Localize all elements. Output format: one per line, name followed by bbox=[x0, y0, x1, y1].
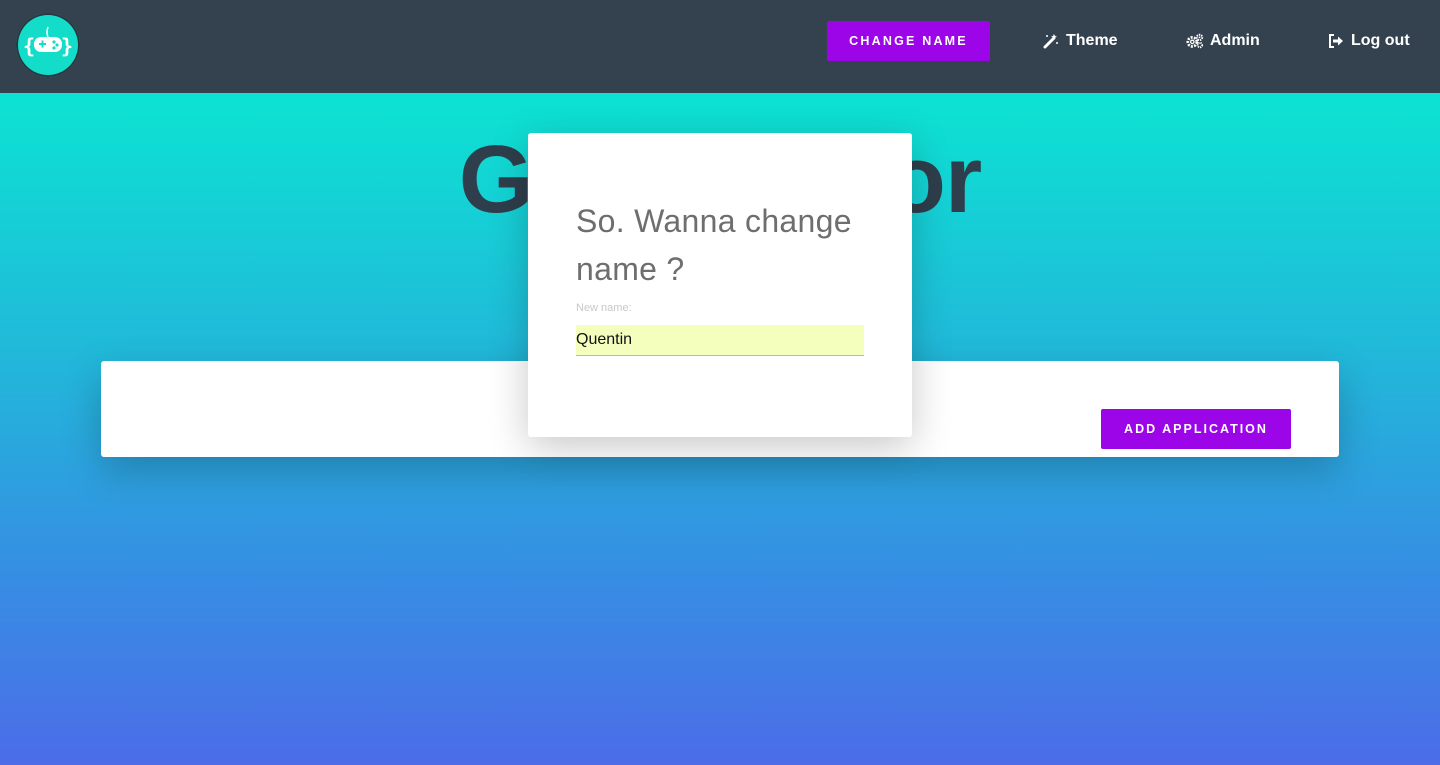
new-name-input[interactable] bbox=[576, 325, 864, 356]
svg-text:{: { bbox=[23, 34, 35, 58]
gamepad-icon[interactable]: { } bbox=[16, 13, 80, 77]
magic-wand-icon bbox=[1042, 32, 1060, 50]
nav-logout-label: Log out bbox=[1351, 32, 1410, 49]
nav-theme-label: Theme bbox=[1066, 32, 1118, 49]
nav-logout-link[interactable]: Log out bbox=[1327, 28, 1410, 54]
nav-admin-label: Admin bbox=[1210, 32, 1260, 49]
change-name-modal: So. Wanna change name ? New name: bbox=[528, 133, 912, 437]
nav-admin-link[interactable]: Admin bbox=[1186, 28, 1260, 54]
new-name-label: New name: bbox=[576, 302, 632, 314]
modal-title: So. Wanna change name ? bbox=[576, 203, 852, 287]
gears-icon bbox=[1186, 32, 1204, 50]
change-name-button[interactable]: CHANGE NAME bbox=[827, 21, 990, 61]
nav-theme-link[interactable]: Theme bbox=[1042, 28, 1118, 54]
svg-text:}: } bbox=[61, 34, 73, 58]
sign-out-icon bbox=[1327, 32, 1345, 50]
add-application-button[interactable]: ADD APPLICATION bbox=[1101, 409, 1291, 449]
top-navbar: { } CHANGE NAME Theme Admin Log out bbox=[0, 0, 1440, 93]
